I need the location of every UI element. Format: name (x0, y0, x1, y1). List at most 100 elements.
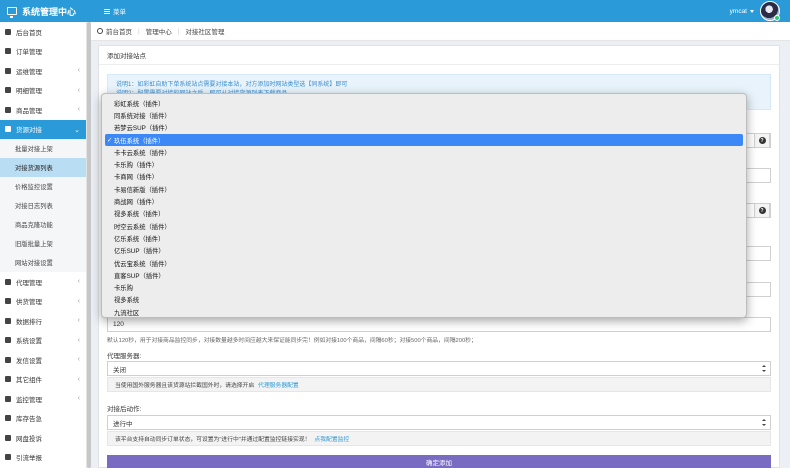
dropdown-option[interactable]: 九流社区 (102, 306, 746, 318)
sidebar-item-label: 数据排行 (16, 318, 42, 326)
chevron-left-icon: ‹ (77, 297, 80, 305)
sidebar: 后台首页 订单管理 运维管理 ‹ 明细管理 ‹ 商品管理 ‹ 货源对接 ⌄ 批量对接上架… (0, 22, 87, 468)
dropdown-option[interactable]: 同系统对接（插件） (102, 109, 746, 121)
help-button[interactable]: ? (754, 133, 770, 148)
sidebar-item-label: 库存告急 (16, 416, 42, 424)
breadcrumb-home[interactable]: 前台首页 (106, 26, 132, 36)
sidebar-item-supply[interactable]: 货源对接 ⌄ (0, 119, 86, 139)
dropdown-option[interactable]: 商战网（插件） (102, 195, 746, 207)
sidebar-item-label: 系统设置 (16, 338, 42, 346)
sidebar-item-complaints[interactable]: 网盘投诉 (0, 428, 86, 448)
dropdown-option[interactable]: 时空云系统（插件） (102, 220, 746, 232)
sidebar-subitem-price-monitor[interactable]: 价格监控设置 (0, 177, 86, 196)
user-menu[interactable]: ymcat (730, 0, 754, 22)
sidebar-item-orders[interactable]: 订单管理 (0, 42, 86, 62)
dashboard-icon (97, 28, 103, 34)
monitor-icon (7, 7, 17, 18)
sidebar-subitem-legacy[interactable]: 旧版批量上架 (0, 234, 86, 253)
comments-icon (5, 67, 11, 74)
dropdown-option[interactable]: 卡乐购 (102, 281, 746, 293)
proxy-select-value: 关闭 (113, 366, 126, 374)
breadcrumb-separator: | (138, 27, 140, 35)
sidebar-item-label: 网盘投诉 (16, 435, 42, 443)
sidebar-item-label: 后台首页 (16, 29, 42, 37)
menu-toggle[interactable]: 菜单 (104, 0, 126, 22)
question-icon: ? (758, 137, 766, 144)
menu-label: 菜单 (113, 9, 126, 16)
dropdown-option[interactable]: 若梦云SUP（插件） (102, 122, 746, 134)
chevron-left-icon: ‹ (77, 106, 80, 113)
site-type-dropdown: 彩虹系统（插件） 同系统对接（插件） 若梦云SUP（插件） ✓ 玖伍系统（插件） … (101, 93, 747, 318)
alert-line-1: 说明1：如彩虹自助下单系统站点需要对接本站，对方添加时网站类型选【同系统】即可 (116, 82, 348, 88)
sidebar-item-ops[interactable]: 运维管理 ‹ (0, 61, 86, 81)
brand[interactable]: 系统管理中心 (0, 0, 94, 22)
sidebar-item-components[interactable]: 其它组件 ‹ (0, 370, 86, 390)
sidebar-item-home[interactable]: 后台首页 (0, 22, 86, 42)
breadcrumb-level1[interactable]: 管理中心 (146, 26, 172, 36)
scrollbar-thumb[interactable] (87, 22, 91, 468)
monitor-interval-input[interactable]: 120 (107, 317, 771, 332)
sidebar-item-label: 其它组件 (16, 377, 42, 385)
submit-button[interactable]: 确定添加 (107, 455, 771, 468)
sidebar-item-suppliers[interactable]: 供货管理 ‹ (0, 292, 86, 312)
dropdown-option-selected[interactable]: ✓ 玖伍系统（插件） (105, 133, 743, 147)
proxy-select[interactable]: 关闭 (107, 361, 771, 376)
dropdown-option[interactable]: 卡商网（插件） (102, 171, 746, 183)
sidebar-item-reports[interactable]: 引流举报 (0, 448, 86, 468)
dropdown-option[interactable]: 亿乐SUP（插件） (102, 245, 746, 257)
sidebar-subitem-log[interactable]: 对接日志列表 (0, 196, 86, 215)
panel-title: 添加对接站点 (99, 46, 779, 65)
sitemap-icon (5, 278, 11, 285)
chevron-left-icon: ‹ (77, 356, 80, 363)
bell-icon (5, 415, 11, 422)
after-action-select[interactable]: 进行中 (107, 415, 771, 430)
sidebar-item-label: 引流举报 (16, 455, 42, 463)
monitor-help-text: 默认120秒，用于对接商品监控同步，对接数量越多时间应越大来保证能同步完！例如对… (107, 338, 477, 344)
sidebar-item-agents[interactable]: 代理管理 ‹ (0, 272, 86, 292)
help-button[interactable]: ? (754, 203, 770, 218)
avatar[interactable] (760, 1, 780, 21)
sidebar-item-products[interactable]: 商品管理 ‹ (0, 100, 86, 120)
dropdown-option[interactable]: 亿乐系统（插件） (102, 232, 746, 244)
brand-title: 系统管理中心 (22, 6, 77, 17)
sidebar-subitem-batch[interactable]: 批量对接上架 (0, 139, 86, 158)
top-navbar: 系统管理中心 菜单 ymcat (0, 0, 790, 22)
dropdown-option[interactable]: 卡卡云系统（插件） (102, 146, 746, 158)
sidebar-subitem-clone[interactable]: 商品克隆功能 (0, 215, 86, 234)
dropdown-option[interactable]: 优云宝系统（插件） (102, 257, 746, 269)
sidebar-item-stock[interactable]: 库存告急 (0, 409, 86, 429)
sidebar-item-label: 代理管理 (16, 279, 42, 287)
sidebar-item-label: 订单管理 (16, 49, 42, 57)
chevron-left-icon: ‹ (77, 317, 80, 324)
sidebar-item-label: 明细管理 (16, 88, 42, 96)
sidebar-item-system[interactable]: 系统设置 ‹ (0, 331, 86, 351)
dropdown-option[interactable]: 视多系统（插件） (102, 208, 746, 220)
sidebar-subitem-settings[interactable]: 网站对接设置 (0, 253, 86, 272)
chart-icon (5, 317, 11, 324)
proxy-note: 当使用国外服务器且该货源站拦截国外时，请选择开启 代理服务器配置 (107, 377, 771, 392)
breadcrumb-separator: | (177, 27, 180, 35)
dropdown-option[interactable]: 卡乐购（插件） (102, 158, 746, 170)
sidebar-item-mail[interactable]: 发信设置 ‹ (0, 350, 86, 370)
inbox-icon (5, 434, 11, 441)
refresh-icon (5, 395, 11, 402)
after-action-value: 进行中 (113, 420, 133, 428)
envelope-icon (5, 356, 11, 363)
sidebar-item-label: 监控管理 (16, 396, 42, 404)
hamburger-icon (104, 8, 110, 14)
monitor-config-link[interactable]: 点我配置监控 (314, 434, 349, 443)
sidebar-subitem-source-list[interactable]: 对接货源列表 (0, 158, 86, 177)
sidebar-item-details[interactable]: 明细管理 ‹ (0, 81, 86, 101)
dropdown-option[interactable]: 卡易信新版（插件） (102, 183, 746, 195)
proxy-config-link[interactable]: 代理服务器配置 (258, 380, 299, 389)
sidebar-item-monitor[interactable]: 监控管理 ‹ (0, 389, 86, 409)
sidebar-item-label: 发信设置 (16, 357, 42, 365)
dropdown-option[interactable]: 彩虹系统（插件） (102, 97, 746, 109)
sidebar-scrollbar[interactable] (87, 22, 91, 468)
question-icon: ? (758, 207, 766, 214)
sidebar-item-ranking[interactable]: 数据排行 ‹ (0, 311, 86, 331)
dropdown-option[interactable]: 直客SUP（插件） (102, 269, 746, 281)
dropdown-option[interactable]: 视多系统 (102, 294, 746, 306)
box-icon (5, 126, 11, 133)
after-action-note: 该平台支持自动同步订单状态，可设置为"进行中"并通过配置监控链接实现！ 点我配置监… (107, 431, 771, 446)
